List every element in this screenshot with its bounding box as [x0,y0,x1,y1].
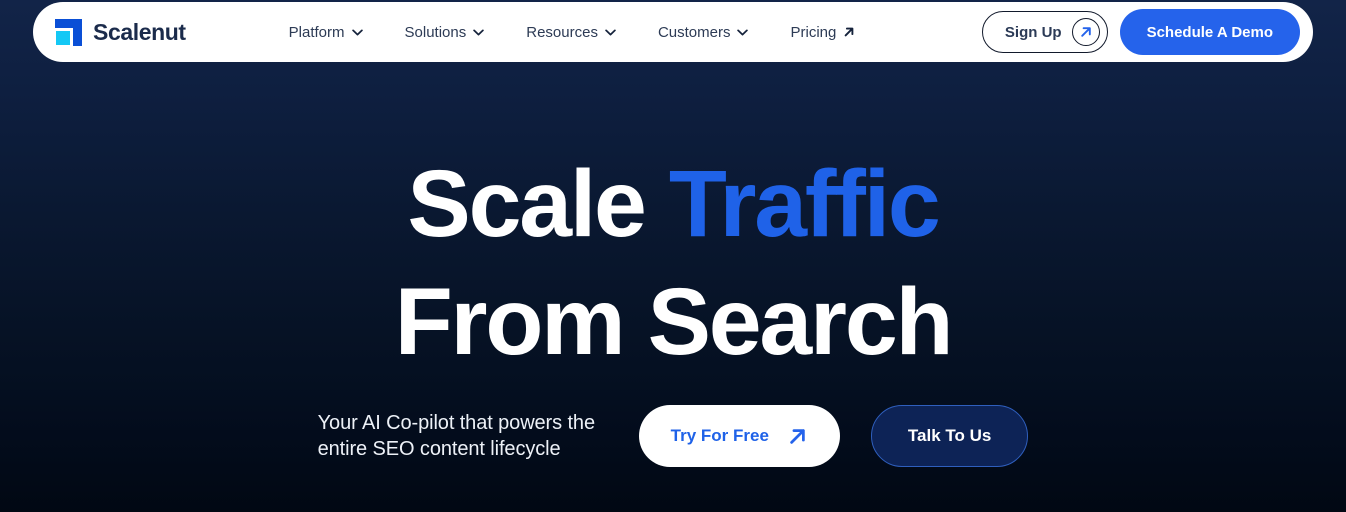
schedule-a-demo-button[interactable]: Schedule A Demo [1119,9,1300,55]
nav-actions: Sign Up Schedule A Demo [981,9,1300,55]
chevron-down-icon [605,29,616,35]
headline-accent-text: Traffic [668,151,941,257]
scalenut-flag-logo-icon [55,18,82,46]
talk-to-us-label: Talk To Us [907,426,992,445]
nav-item-label: Platform [288,23,345,41]
arrow-up-right-icon [790,428,805,444]
sign-up-label: Sign Up [1004,23,1062,41]
chevron-down-icon [473,29,484,35]
nav-item-label: Pricing [790,23,837,41]
brand-name: Scalenut [93,18,186,45]
nav-links: Platform Solutions Resources Customers P… [289,24,856,41]
nav-item-label: Customers [657,23,731,41]
try-for-free-button[interactable]: Try For Free [638,405,840,467]
sign-up-button[interactable]: Sign Up [981,11,1108,53]
hero-subtitle: Your AI Co-pilot that powers the entire … [317,412,595,460]
nav-item-resources[interactable]: Resources [526,24,616,41]
hero-headline: Scale Traffic From Search [0,62,1346,381]
main-navigation-bar: Scalenut Platform Solutions Resources Cu… [33,2,1313,62]
headline-line-2: From Search [394,269,954,375]
try-for-free-label: Try For Free [670,426,769,445]
arrow-up-right-icon [844,27,854,37]
nav-item-solutions[interactable]: Solutions [405,24,485,41]
nav-item-label: Solutions [404,23,467,41]
landing-page: Scalenut Platform Solutions Resources Cu… [0,0,1346,512]
nav-item-platform[interactable]: Platform [289,24,363,41]
nav-item-customers[interactable]: Customers [658,24,749,41]
brand-logo[interactable]: Scalenut [55,18,186,46]
hero-cta-row: Your AI Co-pilot that powers the entire … [0,405,1346,467]
chevron-down-icon [351,29,363,35]
schedule-a-demo-label: Schedule A Demo [1146,23,1273,41]
talk-to-us-button[interactable]: Talk To Us [870,405,1029,467]
arrow-up-right-icon [1071,18,1100,46]
chevron-down-icon [737,29,749,35]
hero-section: Scale Traffic From Search Your AI Co-pil… [0,62,1346,512]
headline-line-1: Scale Traffic [0,145,1346,263]
nav-item-label: Resources [526,23,598,41]
headline-plain-text: Scale [407,151,669,257]
nav-item-pricing[interactable]: Pricing [790,24,855,41]
